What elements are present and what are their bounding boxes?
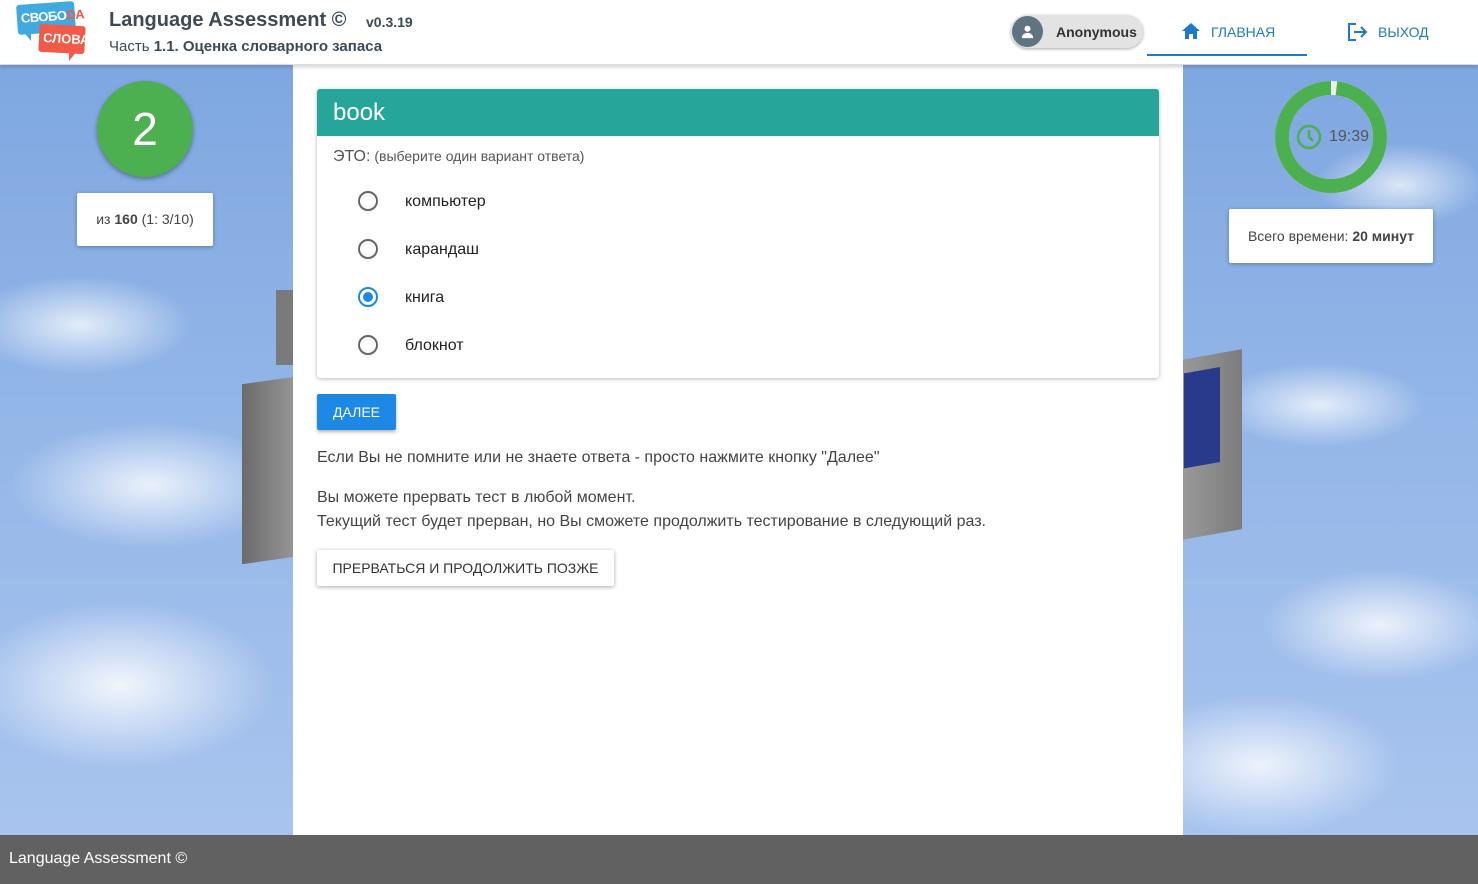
section-progress: (1: 3/10) (137, 211, 194, 227)
subtitle-section: 1.1. Оценка словарного запаса (153, 38, 383, 55)
answer-option-label: блокнот (405, 337, 464, 354)
progress-card: из 160 (1: 3/10) (77, 193, 213, 246)
logo-bubble-red: СЛОВА (38, 23, 90, 55)
user-name: Anonymous (1056, 24, 1137, 40)
next-button[interactable]: ДАЛЕЕ (317, 394, 396, 430)
logo-tail-blue (23, 31, 31, 41)
pause-info-line1: Вы можете прервать тест в любой момент. (317, 489, 636, 506)
logout-icon (1348, 23, 1368, 41)
nav-exit-label: ВЫХОД (1378, 24, 1429, 40)
question-word: book (333, 99, 386, 126)
app-footer: Language Assessment © (0, 835, 1478, 884)
radio-button[interactable] (358, 191, 378, 211)
countdown-timer: 19:39 (1275, 81, 1387, 193)
radio-button[interactable] (358, 287, 378, 307)
app-title: Language Assessment © (109, 9, 347, 31)
answer-option-label: карандаш (405, 241, 479, 258)
answer-option[interactable]: компьютер (358, 181, 1118, 221)
answer-option[interactable]: карандаш (358, 229, 1118, 269)
clock-icon (1296, 124, 1322, 150)
total-time-value: 20 минут (1352, 228, 1415, 244)
timer-remaining: 19:39 (1329, 128, 1370, 145)
answer-option-label: книга (405, 289, 445, 306)
nav-exit-button[interactable]: ВЫХОД (1340, 0, 1460, 56)
radio-button[interactable] (358, 335, 378, 355)
avatar (1012, 16, 1043, 47)
background-building (1176, 349, 1242, 541)
prompt-main: ЭТО: (333, 148, 371, 165)
answer-option[interactable]: книга (358, 277, 1118, 317)
app-header: СВОБОDA СЛОВА Language Assessment © v0.3… (0, 0, 1478, 65)
page-subtitle: Часть 1.1. Оценка словарного запаса (109, 38, 382, 55)
prompt-hint: (выберите один вариант ответа) (370, 148, 585, 164)
pause-info-line2: Текущий тест будет прерван, но Вы сможет… (317, 513, 986, 530)
person-icon (1021, 25, 1034, 39)
nav-home-tab[interactable]: ГЛАВНАЯ (1147, 0, 1307, 56)
question-card: book ЭТО: (выберите один вариант ответа)… (317, 89, 1159, 378)
question-prompt: ЭТО: (выберите один вариант ответа) (333, 148, 584, 166)
hint-text: Если Вы не помните или не знаете ответа … (317, 449, 880, 466)
question-header: book (317, 89, 1159, 136)
home-icon (1182, 23, 1200, 39)
total-time-prefix: Всего времени: (1247, 228, 1353, 244)
app-version: v0.3.19 (366, 14, 413, 30)
nav-home-label: ГЛАВНАЯ (1211, 24, 1276, 40)
question-number-badge: 2 (97, 81, 193, 177)
user-chip[interactable]: Anonymous (1011, 15, 1143, 48)
main-panel: book ЭТО: (выберите один вариант ответа)… (293, 65, 1183, 835)
pause-continue-later-button[interactable]: ПРЕРВАТЬСЯ И ПРОДОЛЖИТЬ ПОЗЖЕ (317, 550, 614, 586)
svoboda-slova-logo[interactable]: СВОБОDA СЛОВА (16, 1, 90, 63)
subtitle-prefix: Часть (109, 38, 154, 55)
logo-tail-red (69, 51, 77, 61)
answer-option[interactable]: блокнот (358, 325, 1118, 365)
footer-text: Language Assessment © (9, 850, 188, 867)
radio-button[interactable] (358, 239, 378, 259)
total-time-card: Всего времени: 20 минут (1229, 209, 1433, 263)
building-window (1184, 367, 1220, 469)
answer-option-label: компьютер (405, 193, 486, 210)
progress-of-prefix: из (96, 211, 115, 227)
progress-total: 160 (114, 211, 138, 227)
